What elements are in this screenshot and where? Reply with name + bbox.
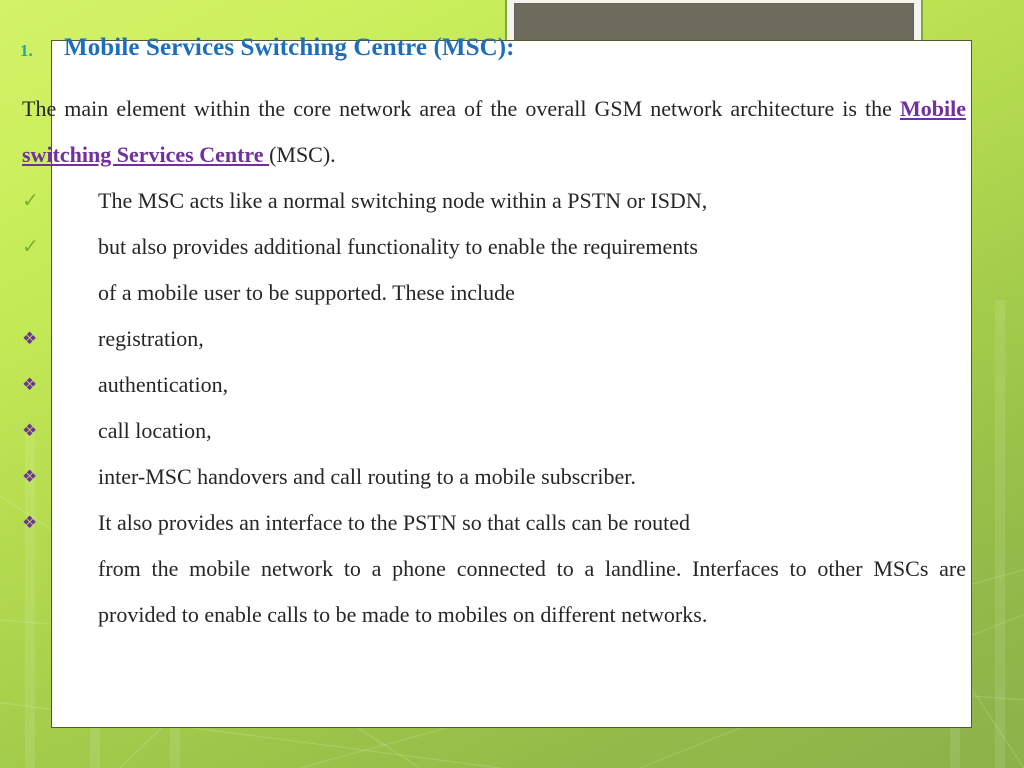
lead-paragraph-before: The main element within the core network… [22, 96, 900, 121]
list-item: ✓ but also provides additional functiona… [0, 224, 1024, 316]
list-item: ❖ inter-MSC handovers and call routing t… [0, 454, 1024, 500]
check-icon: ✓ [22, 190, 39, 212]
diamond-bullet-icon: ❖ [22, 375, 38, 394]
list-item: ❖ registration, [0, 316, 1024, 362]
list-item: ✓ The MSC acts like a normal switching n… [0, 178, 1024, 224]
list-item-label: inter-MSC handovers and call routing to … [98, 464, 636, 489]
check-icon: ✓ [22, 236, 39, 258]
list-item: ❖ It also provides an interface to the P… [0, 500, 1024, 638]
slide-canvas: 1. Mobile Services Switching Centre (MSC… [0, 0, 1024, 768]
diamond-bullet-icon: ❖ [22, 513, 38, 532]
list-item-continuation: from the mobile network to a phone conne… [98, 556, 966, 627]
slide-heading: 1. Mobile Services Switching Centre (MSC… [0, 34, 1024, 68]
page-title: Mobile Services Switching Centre (MSC): [64, 34, 515, 61]
list-item-continuation: of a mobile user to be supported. These … [98, 280, 515, 305]
list-item-label: authentication, [98, 372, 229, 397]
list-item-label: call location, [98, 418, 212, 443]
heading-list-number: 1. [20, 41, 33, 60]
slide-body: The main element within the core network… [0, 86, 1024, 638]
list-item: ❖ call location, [0, 408, 1024, 454]
diamond-bullet-icon: ❖ [22, 467, 38, 486]
list-item-label: It also provides an interface to the PST… [98, 510, 690, 535]
list-item-label: but also provides additional functionali… [98, 234, 698, 259]
list-item-label: The MSC acts like a normal switching nod… [98, 188, 708, 213]
diamond-bullet-icon: ❖ [22, 329, 38, 348]
list-item: ❖ authentication, [0, 362, 1024, 408]
lead-paragraph-after: (MSC). [269, 142, 336, 167]
diamond-bullet-icon: ❖ [22, 421, 38, 440]
lead-paragraph: The main element within the core network… [22, 86, 966, 178]
list-item-label: registration, [98, 326, 204, 351]
